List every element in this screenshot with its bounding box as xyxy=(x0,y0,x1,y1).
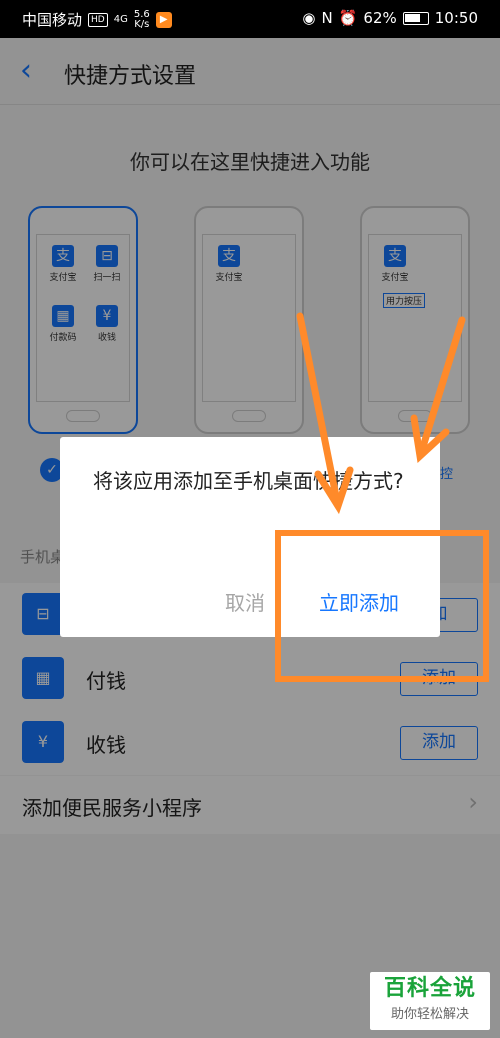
watermark-logo: 百科全说 助你轻松解决 xyxy=(370,972,490,1030)
watermark-title: 百科全说 xyxy=(383,976,476,1001)
annotation-arrow-right xyxy=(410,316,466,464)
annotation-arrows xyxy=(296,312,466,515)
annotation-arrow-left xyxy=(296,312,354,515)
watermark-subtitle: 助你轻松解决 xyxy=(390,1007,469,1022)
